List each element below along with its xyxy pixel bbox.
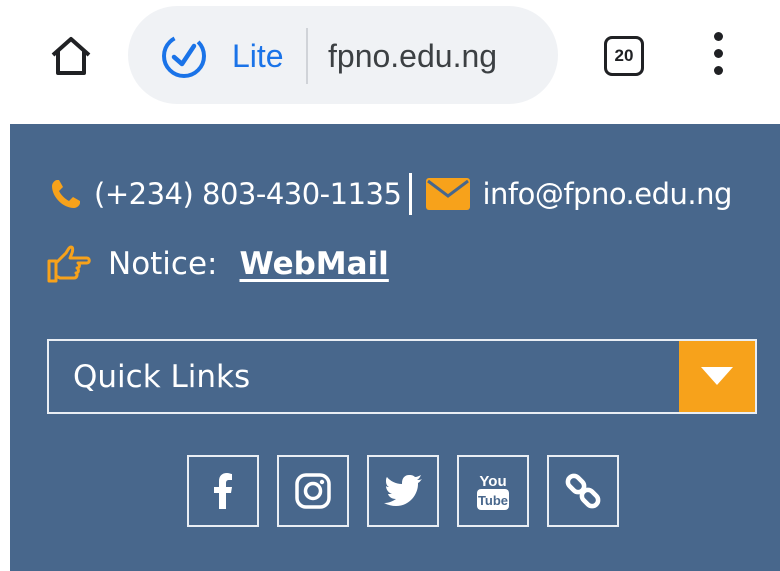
social-links: You Tube: [187, 455, 619, 527]
notice-row: Notice: WebMail: [46, 240, 389, 288]
link-icon: [565, 473, 601, 509]
home-button[interactable]: [44, 30, 98, 82]
facebook-button[interactable]: [187, 455, 259, 527]
facebook-icon: [214, 473, 232, 509]
menu-dot: [714, 66, 723, 75]
dropdown-arrow[interactable]: [679, 341, 755, 412]
email-link[interactable]: info@fpno.edu.ng: [482, 177, 732, 211]
address-bar-divider: [306, 28, 308, 84]
twitter-button[interactable]: [367, 455, 439, 527]
menu-dot: [714, 49, 723, 58]
notice-label: Notice:: [108, 246, 218, 282]
instagram-button[interactable]: [277, 455, 349, 527]
youtube-button[interactable]: You Tube: [457, 455, 529, 527]
browser-toolbar: Lite fpno.edu.ng 20: [0, 0, 780, 112]
speedometer-icon[interactable]: [160, 32, 208, 80]
youtube-wordmark-bottom: Tube: [478, 493, 508, 508]
instagram-icon: [295, 473, 331, 509]
link-button[interactable]: [547, 455, 619, 527]
youtube-wordmark-top: You: [479, 473, 506, 490]
home-icon: [51, 37, 91, 75]
twitter-icon: [384, 475, 422, 506]
phone-link[interactable]: (+234) 803-430-1135: [94, 177, 402, 211]
contact-row: (+234) 803-430-1135 info@fpno.edu.ng: [48, 170, 732, 218]
lite-mode-label[interactable]: Lite: [232, 34, 284, 78]
envelope-icon: [426, 178, 471, 210]
pointing-hand-icon: [47, 245, 91, 283]
chevron-down-icon: [701, 366, 733, 385]
menu-dot: [714, 32, 723, 41]
webmail-link[interactable]: WebMail: [239, 246, 388, 282]
contact-divider: [409, 173, 413, 215]
more-vert-icon[interactable]: [708, 32, 732, 80]
url-text[interactable]: fpno.edu.ng: [328, 34, 497, 78]
youtube-icon: You Tube: [477, 473, 509, 510]
quick-links-label: Quick Links: [73, 359, 251, 395]
phone-icon: [48, 176, 84, 212]
quick-links-select[interactable]: Quick Links: [47, 339, 757, 414]
tab-switcher-button[interactable]: 20: [604, 36, 644, 76]
tab-count-label: 20: [614, 46, 634, 65]
